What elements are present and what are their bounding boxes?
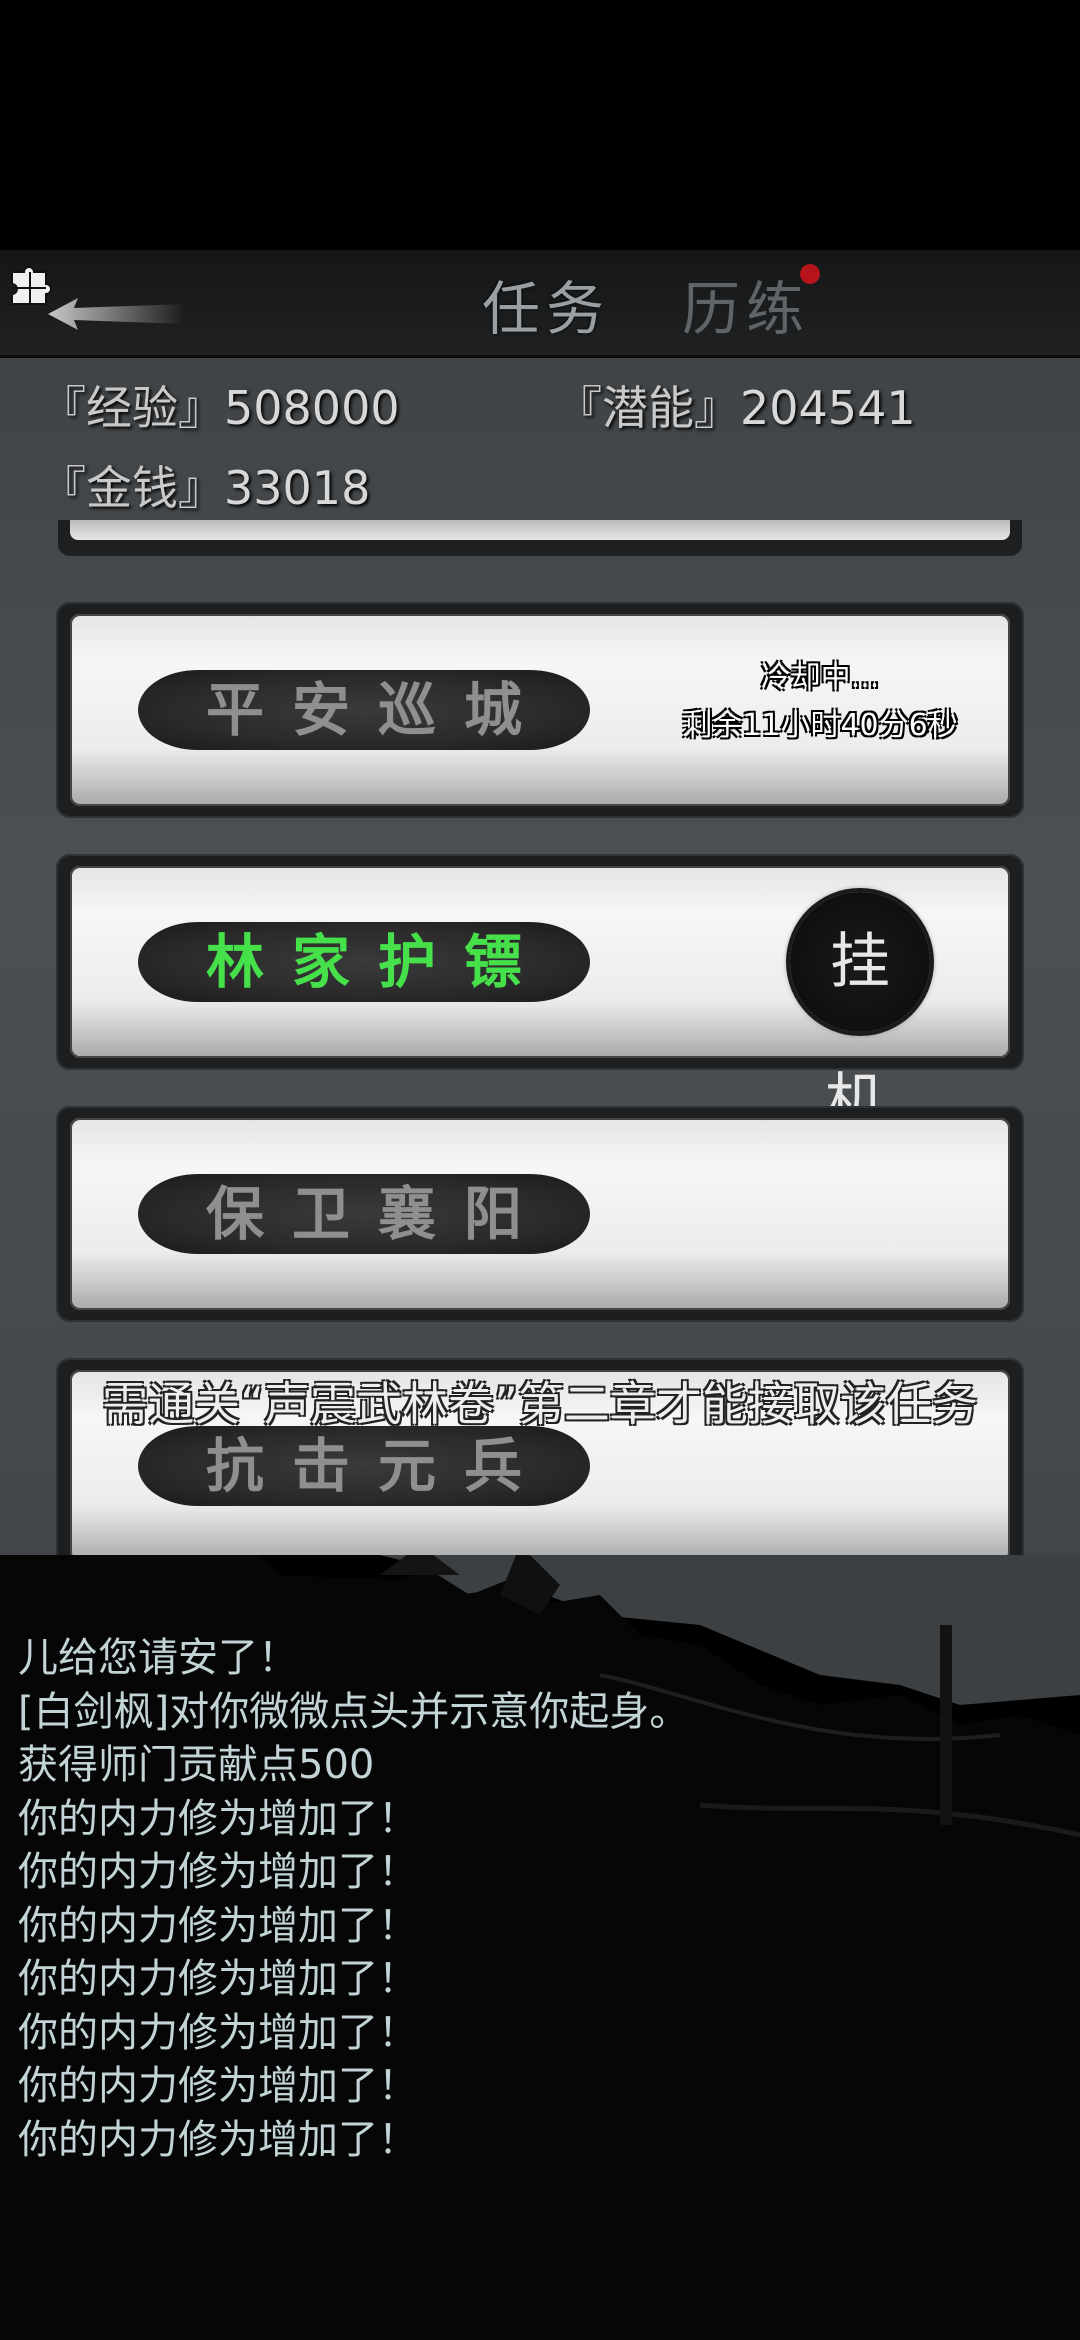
- task-title-brush: 保卫襄阳: [138, 1174, 590, 1254]
- tab-training[interactable]: 历练: [682, 262, 810, 346]
- idle-button[interactable]: 挂机: [790, 892, 930, 1137]
- money-label: 『金钱』: [40, 461, 224, 515]
- notification-dot: [800, 264, 820, 284]
- task-title: 林家护镖: [205, 928, 550, 996]
- log-line: 你的内力修为增加了！: [18, 2009, 418, 2056]
- cooldown-remaining: 剩余11小时40分6秒: [682, 708, 958, 743]
- log-line: 获得师门贡献点500: [18, 1742, 375, 1788]
- log-line: 你的内力修为增加了！: [18, 1956, 418, 2002]
- task-title-brush: 平安巡城: [138, 670, 590, 750]
- message-log[interactable]: 儿给您请安了！ [白剑枫]对你微微点头并示意你起身。 获得师门贡献点500 你的…: [18, 1632, 1068, 2167]
- task-title-brush: 抗击元兵: [138, 1426, 590, 1506]
- cooldown-label: 冷却中...: [760, 660, 880, 695]
- experience-label: 『经验』: [40, 381, 224, 435]
- potential-value: 204541: [740, 381, 916, 435]
- task-title: 抗击元兵: [205, 1432, 550, 1500]
- money-stat: 『金钱』33018: [40, 452, 370, 518]
- task-title: 保卫襄阳: [205, 1180, 550, 1248]
- potential-stat: 『潜能』204541: [556, 372, 916, 438]
- experience-value: 508000: [224, 381, 400, 435]
- task-title-brush: 林家护镖: [138, 922, 590, 1002]
- cooldown-status: 冷却中... 剩余11小时40分6秒: [660, 654, 980, 750]
- task-card-defend[interactable]: 保卫襄阳: [56, 1106, 1024, 1322]
- log-line: 儿给您请安了！: [18, 1635, 298, 1681]
- experience-stat: 『经验』508000: [40, 372, 400, 438]
- log-line: 你的内力修为增加了！: [18, 1849, 418, 1895]
- tab-task[interactable]: 任务: [482, 262, 610, 346]
- log-line: 你的内力修为增加了！: [18, 1902, 418, 1949]
- log-line: [白剑枫]对你微微点头并示意你起身。: [18, 1688, 690, 1735]
- log-line: 你的内力修为增加了！: [18, 2116, 418, 2163]
- idle-button-label: 挂机: [825, 927, 900, 1137]
- log-line: 你的内力修为增加了！: [18, 2063, 418, 2109]
- money-value: 33018: [224, 461, 371, 515]
- log-line: 你的内力修为增加了！: [18, 1795, 418, 1842]
- task-title: 平安巡城: [205, 676, 550, 744]
- back-arrow-icon[interactable]: [44, 292, 184, 336]
- task-card-patrol[interactable]: 平安巡城 冷却中... 剩余11小时40分6秒: [56, 602, 1024, 818]
- potential-label: 『潜能』: [556, 381, 740, 435]
- unlock-requirement-notice: 需通关“声震武林卷”第二章才能接取该任务: [102, 1377, 978, 1431]
- task-card-partial: [58, 520, 1022, 556]
- task-card-escort[interactable]: 林家护镖 挂机: [56, 854, 1024, 1137]
